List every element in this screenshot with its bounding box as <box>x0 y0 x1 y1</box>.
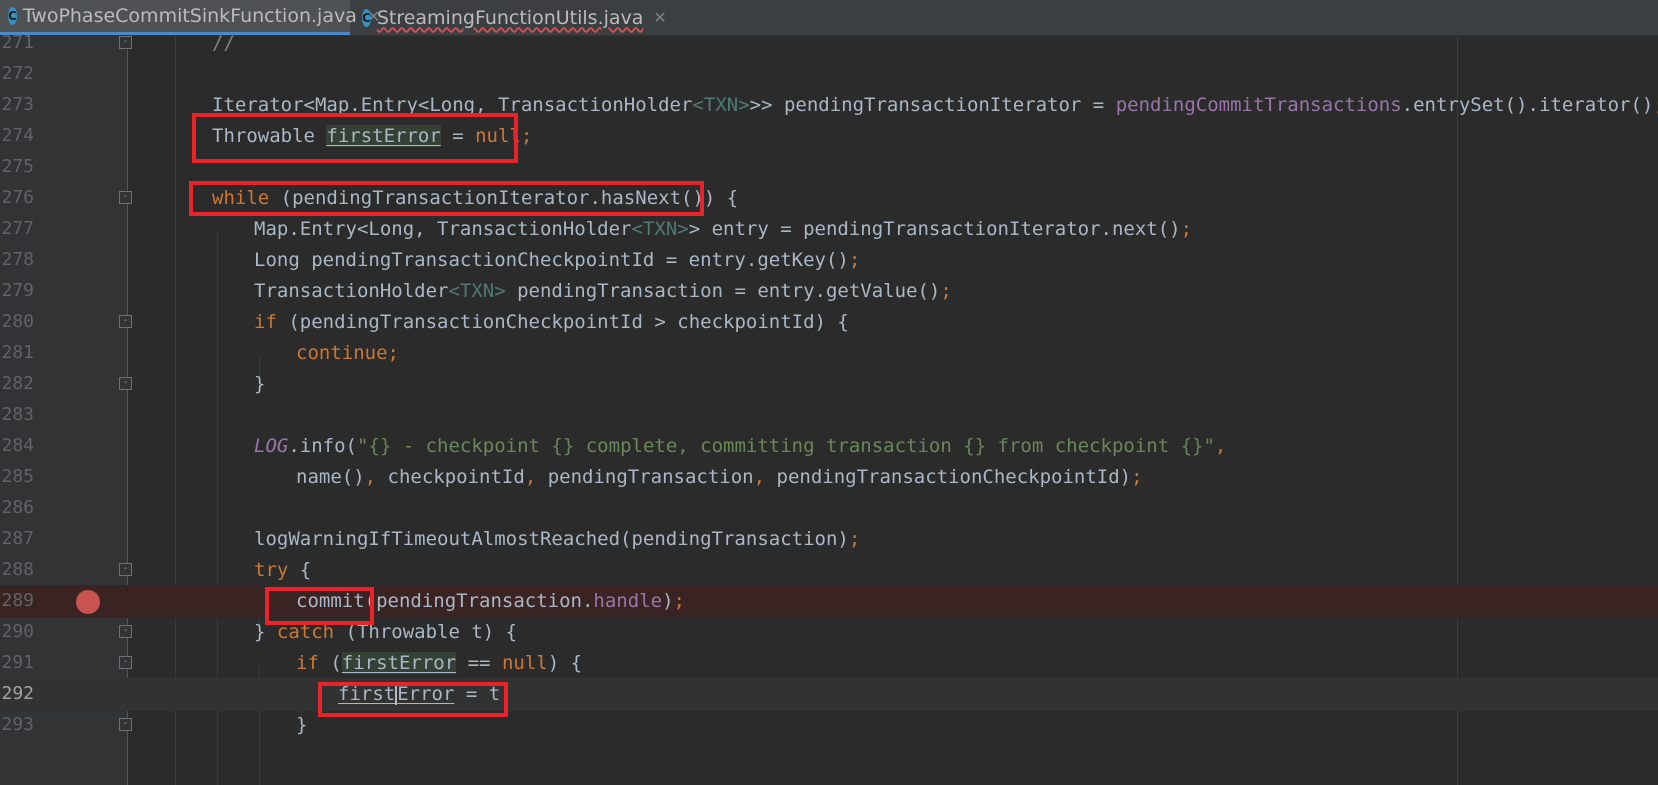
line-number: 277 <box>1 218 34 239</box>
code-text: logWarningIfTimeoutAlmostReached(pending… <box>254 528 861 550</box>
code-line[interactable]: 280 - if (pendingTransactionCheckpointId… <box>0 306 1658 339</box>
code-line[interactable]: 293 - } <box>0 709 1658 742</box>
line-number: 290 <box>1 621 34 642</box>
close-tab-icon[interactable]: ✕ <box>653 8 666 27</box>
code-text: if (pendingTransactionCheckpointId > che… <box>254 311 849 333</box>
fold-start-icon[interactable]: - <box>119 625 132 638</box>
code-line[interactable]: 285 name(), checkpointId, pendingTransac… <box>0 461 1658 494</box>
line-number: 292 <box>1 683 34 704</box>
code-text: LOG.info("{} - checkpoint {} complete, c… <box>254 435 1227 457</box>
variable-firsterror: firstError <box>341 652 457 674</box>
line-number: 289 <box>1 590 34 611</box>
breakpoint-icon[interactable] <box>76 590 100 614</box>
code-line[interactable]: 283 <box>0 399 1658 432</box>
line-number: 276 <box>1 187 34 208</box>
code-editor[interactable]: 271 - // 272 273 Iterator<Map.Entry<Long… <box>0 32 1658 785</box>
annotation-box-while-loop <box>189 181 704 216</box>
line-number: 279 <box>1 280 34 301</box>
code-text: try { <box>254 559 312 581</box>
fold-end-icon[interactable]: - <box>119 377 132 390</box>
code-line[interactable]: 271 - // <box>0 27 1658 60</box>
code-line[interactable]: 290 - } catch (Throwable t) { <box>0 616 1658 649</box>
line-number: 278 <box>1 249 34 270</box>
line-number: 273 <box>1 94 34 115</box>
code-text: Long pendingTransactionCheckpointId = en… <box>254 249 861 271</box>
code-line[interactable]: 287 logWarningIfTimeoutAlmostReached(pen… <box>0 523 1658 556</box>
line-number: 280 <box>1 311 34 332</box>
fold-end-icon[interactable]: - <box>119 718 132 731</box>
line-number: 286 <box>1 497 34 518</box>
java-class-icon: C <box>8 7 17 25</box>
code-line[interactable]: 284 LOG.info("{} - checkpoint {} complet… <box>0 430 1658 463</box>
line-number: 281 <box>1 342 34 363</box>
fold-start-icon[interactable]: - <box>119 563 132 576</box>
line-number: 291 <box>1 652 34 673</box>
fold-start-icon[interactable]: - <box>119 191 132 204</box>
annotation-box-commit-call <box>265 587 374 625</box>
code-text: Map.Entry<Long, TransactionHolder<TXN>> … <box>254 218 1193 240</box>
code-line-current[interactable]: 292 first Error = t; <box>0 678 1658 711</box>
code-text: // <box>212 32 235 54</box>
line-number: 274 <box>1 125 34 146</box>
line-number: 287 <box>1 528 34 549</box>
line-number: 284 <box>1 435 34 456</box>
code-text: TransactionHolder<TXN> pendingTransactio… <box>254 280 952 302</box>
code-line[interactable]: 282 - } <box>0 368 1658 401</box>
line-number: 283 <box>1 404 34 425</box>
java-class-icon: C <box>362 8 371 27</box>
line-number: 275 <box>1 156 34 177</box>
code-text: } <box>254 373 266 395</box>
annotation-box-firsterror-assign <box>318 682 508 717</box>
annotation-box-firsterror-decl <box>192 113 518 163</box>
code-line[interactable]: 278 Long pendingTransactionCheckpointId … <box>0 244 1658 277</box>
line-number: 271 <box>1 32 34 53</box>
line-number: 293 <box>1 714 34 735</box>
fold-start-icon[interactable]: - <box>119 315 132 328</box>
code-line[interactable]: 277 Map.Entry<Long, TransactionHolder<TX… <box>0 213 1658 246</box>
code-line-breakpoint[interactable]: 289 commit(pendingTransaction.handle); <box>0 585 1658 618</box>
code-line[interactable]: 272 <box>0 58 1658 91</box>
code-line[interactable]: 288 - try { <box>0 554 1658 587</box>
code-line[interactable]: 291 - if (firstError == null) { <box>0 647 1658 680</box>
line-number: 282 <box>1 373 34 394</box>
code-line[interactable]: 279 TransactionHolder<TXN> pendingTransa… <box>0 275 1658 308</box>
line-number: 288 <box>1 559 34 580</box>
tab-label: TwoPhaseCommitSinkFunction.java <box>22 5 357 27</box>
code-text: if (firstError == null) { <box>296 652 583 674</box>
line-number: 285 <box>1 466 34 487</box>
code-text: continue; <box>296 342 399 364</box>
code-line[interactable]: 281 continue; <box>0 337 1658 370</box>
code-text: name(), checkpointId, pendingTransaction… <box>296 466 1143 488</box>
fold-end-icon[interactable]: - <box>119 36 132 49</box>
tab-label: StreamingFunctionUtils.java <box>376 6 644 29</box>
code-line[interactable]: 286 <box>0 492 1658 525</box>
code-text: } <box>296 714 308 736</box>
fold-start-icon[interactable]: - <box>119 656 132 669</box>
line-number: 272 <box>1 63 34 84</box>
